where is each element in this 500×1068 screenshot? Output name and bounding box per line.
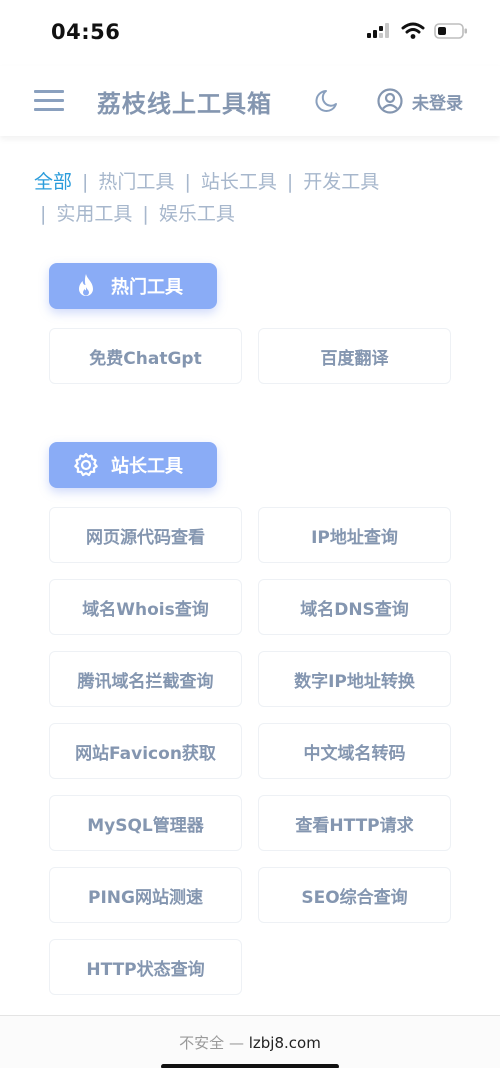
tool-card[interactable]: 网站Favicon获取: [49, 723, 242, 779]
tool-card[interactable]: 数字IP地址转换: [258, 651, 451, 707]
tool-card[interactable]: 百度翻译: [258, 328, 451, 384]
tool-card[interactable]: 域名DNS查询: [258, 579, 451, 635]
tool-card[interactable]: 中文域名转码: [258, 723, 451, 779]
address-text[interactable]: 不安全 — lzbj8.com: [0, 1032, 500, 1053]
moon-icon[interactable]: [312, 87, 340, 115]
tool-card[interactable]: 免费ChatGpt: [49, 328, 242, 384]
category-separator: |: [184, 171, 191, 193]
section-title-hot: 热门工具: [111, 277, 183, 298]
tool-card[interactable]: 域名Whois查询: [49, 579, 242, 635]
menu-icon[interactable]: [34, 88, 64, 114]
flame-icon: [79, 274, 93, 296]
signal-icon: [367, 23, 389, 38]
section-title-webmaster: 站长工具: [111, 456, 183, 477]
category-fun[interactable]: 娱乐工具: [159, 198, 235, 230]
category-all[interactable]: 全部: [34, 166, 72, 198]
tool-card[interactable]: 腾讯域名拦截查询: [49, 651, 242, 707]
login-label: 未登录: [412, 93, 463, 114]
tool-card[interactable]: SEO综合查询: [258, 867, 451, 923]
tools-grid-webmaster: 网页源代码查看 IP地址查询 域名Whois查询 域名DNS查询 腾讯域名拦截查…: [49, 507, 451, 995]
browser-address-bar[interactable]: 不安全 — lzbj8.com: [0, 1015, 500, 1068]
user-icon: [377, 88, 403, 114]
category-separator: |: [40, 203, 47, 225]
tool-card[interactable]: MySQL管理器: [49, 795, 242, 851]
domain-label: lzbj8.com: [248, 1034, 321, 1052]
status-time: 04:56: [51, 20, 121, 44]
wifi-icon: [401, 22, 425, 39]
gear-icon: [74, 452, 98, 477]
status-icons: [366, 22, 468, 40]
site-title[interactable]: 荔枝线上工具箱: [97, 84, 272, 119]
tool-card[interactable]: PING网站测速: [49, 867, 242, 923]
status-bar: 04:56: [0, 0, 500, 66]
category-webmaster[interactable]: 站长工具: [201, 166, 277, 198]
tool-card[interactable]: IP地址查询: [258, 507, 451, 563]
tools-grid-hot: 免费ChatGpt 百度翻译: [49, 328, 451, 384]
category-nav: 全部 | 热门工具 | 站长工具 | 开发工具 | 实用工具 | 娱乐工具: [34, 166, 474, 230]
tool-card[interactable]: 查看HTTP请求: [258, 795, 451, 851]
category-separator: |: [82, 171, 89, 193]
category-separator: |: [286, 171, 294, 193]
category-dev[interactable]: 开发工具: [303, 166, 379, 198]
app-header: 荔枝线上工具箱 未登录: [0, 66, 500, 136]
battery-icon: [434, 23, 467, 39]
login-button[interactable]: 未登录: [376, 87, 463, 115]
category-hot[interactable]: 热门工具: [98, 166, 174, 198]
tool-card[interactable]: HTTP状态查询: [49, 939, 242, 995]
tool-card[interactable]: 网页源代码查看: [49, 507, 242, 563]
home-indicator[interactable]: [161, 1064, 339, 1068]
category-separator: |: [142, 203, 149, 225]
section-header-webmaster[interactable]: 站长工具: [49, 442, 217, 488]
insecure-label: 不安全 —: [179, 1034, 244, 1052]
section-header-hot[interactable]: 热门工具: [49, 263, 217, 309]
category-utility[interactable]: 实用工具: [56, 198, 132, 230]
